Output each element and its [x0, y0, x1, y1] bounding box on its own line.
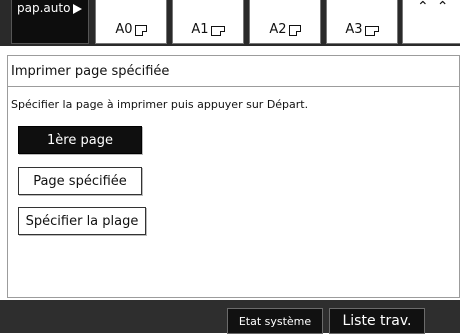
system-status-button[interactable]: Etat système	[227, 308, 323, 334]
paper-size-a2-button[interactable]: A2	[249, 0, 321, 44]
print-specified-page-panel: Imprimer page spécifiée Spécifier la pag…	[7, 55, 460, 298]
bottom-bar: Etat système Liste trav.	[0, 300, 460, 334]
paper-size-a3-button[interactable]: A3	[326, 0, 398, 44]
paper-size-a0-button[interactable]: A0	[95, 0, 167, 44]
panel-title: Imprimer page spécifiée	[8, 56, 459, 87]
portrait-page-icon	[288, 25, 301, 36]
landscape-page-icon	[364, 26, 379, 36]
first-page-button[interactable]: 1ère page	[18, 126, 142, 154]
top-bar: pap.auto A0 A1 A2 A3 ⌃⌃	[0, 0, 460, 46]
scroll-arrows-button[interactable]: ⌃⌃	[402, 0, 460, 44]
scroll-arrows-icon: ⌃⌃	[417, 0, 457, 15]
paper-size-a1-button[interactable]: A1	[172, 0, 244, 44]
paper-auto-label: pap.auto	[17, 1, 71, 15]
landscape-page-icon	[210, 26, 225, 36]
instruction-text: Spécifier la page à imprimer puis appuye…	[11, 98, 309, 111]
specified-page-button[interactable]: Page spécifiée	[18, 167, 142, 195]
play-triangle-icon	[73, 3, 83, 14]
paper-size-label: A2	[269, 22, 287, 37]
portrait-page-icon	[134, 25, 147, 36]
paper-size-label: A1	[191, 22, 209, 37]
paper-auto-button[interactable]: pap.auto	[11, 0, 89, 44]
specify-range-button[interactable]: Spécifier la plage	[18, 207, 146, 235]
paper-size-label: A0	[115, 22, 133, 37]
job-list-button[interactable]: Liste trav.	[329, 308, 425, 334]
paper-size-label: A3	[345, 22, 363, 37]
